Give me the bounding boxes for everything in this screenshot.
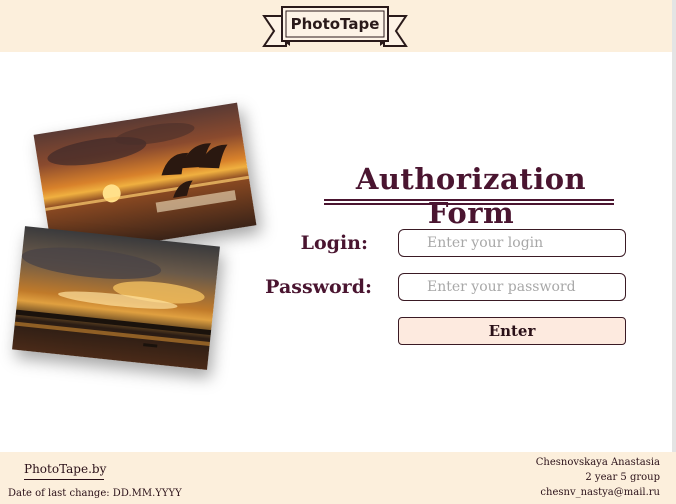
login-label: Login: bbox=[300, 232, 368, 254]
last-change-date: Date of last change: DD.MM.YYYY bbox=[8, 488, 182, 499]
sunset-image bbox=[14, 247, 212, 348]
logo-ribbon[interactable]: PhotoTape bbox=[262, 4, 408, 48]
enter-button[interactable]: Enter bbox=[398, 317, 626, 345]
author-name: Chesnovskaya Anastasia bbox=[535, 457, 660, 468]
author-info: Chesnovskaya Anastasia 2 year 5 group ch… bbox=[460, 455, 660, 500]
site-footer: PhotoTape.by Date of last change: DD.MM.… bbox=[0, 452, 676, 504]
sea-sunset-photo bbox=[12, 226, 220, 370]
site-header: PhotoTape bbox=[0, 0, 676, 52]
author-email[interactable]: chesnv_nastya@mail.ru bbox=[460, 485, 660, 500]
title-double-rule bbox=[324, 199, 614, 205]
login-input[interactable] bbox=[398, 229, 626, 257]
form-title: Authorization Form bbox=[355, 162, 587, 230]
right-edge-strip bbox=[672, 0, 676, 504]
password-input[interactable] bbox=[398, 273, 626, 301]
password-label: Password: bbox=[265, 276, 372, 298]
author-group: 2 year 5 group bbox=[585, 472, 660, 483]
logo-text: PhotoTape bbox=[290, 15, 380, 33]
site-link[interactable]: PhotoTape.by bbox=[24, 460, 106, 480]
